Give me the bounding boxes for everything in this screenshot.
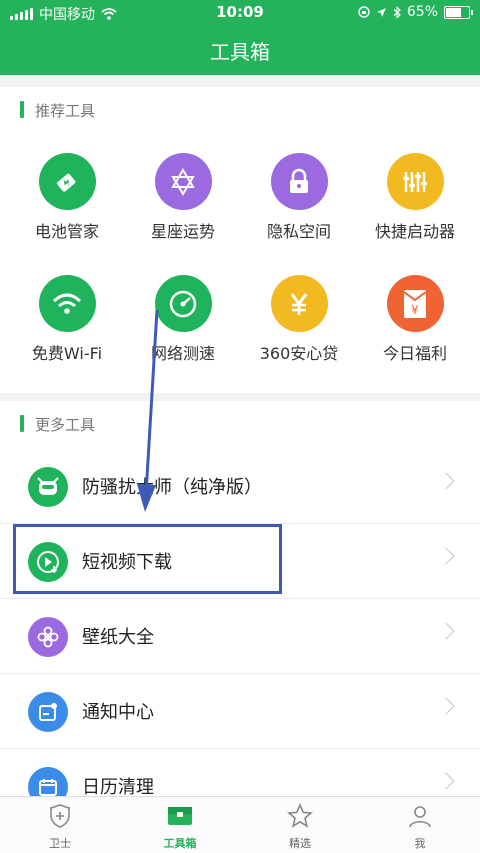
recommended-section: 推荐工具 电池管家 星座运势 隐私空间 快捷启动器 免费Wi-Fi 网络测速 3…: [0, 87, 480, 393]
list-item-anti-harassment[interactable]: 防骚扰大师（纯净版）: [0, 449, 480, 524]
tool-label: 电池管家: [34, 222, 99, 241]
list-item-notification-center[interactable]: 通知中心: [0, 674, 480, 749]
section-title: 更多工具: [35, 416, 96, 434]
header-bar: 中国移动 10:09 65% 工具箱: [0, 0, 480, 75]
tool-label: 360安心贷: [259, 344, 339, 363]
tab-label: 卫士: [49, 837, 71, 850]
tool-360-loan[interactable]: 360安心贷: [239, 275, 359, 364]
tool-label: 免费Wi-Fi: [31, 344, 103, 363]
battery-percent: 65%: [406, 4, 438, 20]
bluetooth-icon: [393, 5, 401, 19]
section-accent-bar: [20, 415, 24, 432]
battery-icon: [38, 153, 96, 210]
battery-status-icon: [444, 5, 473, 19]
chevron-right-icon: [437, 547, 455, 565]
notification-icon: [28, 692, 68, 732]
yen-icon: [270, 275, 328, 332]
tab-featured[interactable]: 精选: [260, 802, 340, 851]
tab-me[interactable]: 我: [380, 803, 460, 851]
more-tools-section: 更多工具 防骚扰大师（纯净版） 短视频下载 壁纸大全 通知中心 日历清理: [0, 401, 480, 823]
shield-icon: [50, 804, 70, 828]
rotation-lock-icon: [358, 6, 370, 18]
tool-free-wifi[interactable]: 免费Wi-Fi: [7, 275, 127, 364]
chevron-right-icon: [437, 622, 455, 640]
flower-icon: [28, 617, 68, 657]
star-of-david-icon: [154, 153, 212, 210]
tab-label: 我: [414, 837, 426, 850]
wifi-icon: [38, 275, 96, 332]
section-accent-bar: [20, 101, 24, 118]
sliders-icon: [386, 153, 444, 210]
red-envelope-icon: ¥: [386, 275, 444, 332]
page-title: 工具箱: [210, 40, 270, 64]
tab-toolbox[interactable]: 工具箱: [140, 803, 220, 851]
tool-label: 网络测速: [150, 344, 215, 363]
status-bar: 中国移动 10:09 65%: [0, 0, 480, 26]
bottom-tab-bar: 卫士 工具箱 精选 我: [0, 796, 480, 853]
list-item-label: 壁纸大全: [82, 627, 154, 648]
robot-face-icon: [28, 467, 68, 507]
tool-horoscope[interactable]: 星座运势: [123, 153, 243, 242]
section-title: 推荐工具: [35, 102, 96, 120]
svg-text:¥: ¥: [411, 303, 419, 317]
tab-guard[interactable]: 卫士: [20, 803, 100, 851]
user-icon: [409, 806, 431, 828]
star-icon: [287, 802, 313, 828]
tool-label: 今日福利: [382, 344, 447, 363]
toolbox-icon: [168, 807, 192, 825]
tool-label: 隐私空间: [266, 222, 331, 241]
highlight-box: [13, 524, 282, 594]
chevron-right-icon: [437, 697, 455, 715]
speedometer-icon: [154, 275, 212, 332]
tool-private-space[interactable]: 隐私空间: [239, 153, 359, 242]
tool-label: 快捷启动器: [374, 222, 455, 241]
tool-speed-test[interactable]: 网络测速: [123, 275, 243, 364]
tool-daily-benefits[interactable]: ¥ 今日福利: [355, 275, 475, 364]
tool-label: 星座运势: [150, 222, 215, 241]
list-item-wallpapers[interactable]: 壁纸大全: [0, 599, 480, 674]
list-item-label: 防骚扰大师（纯净版）: [82, 477, 262, 498]
tab-label: 工具箱: [163, 837, 197, 850]
chevron-right-icon: [437, 772, 455, 790]
location-arrow-icon: [376, 7, 386, 17]
tool-quick-launcher[interactable]: 快捷启动器: [355, 153, 475, 242]
chevron-right-icon: [437, 472, 455, 490]
list-item-label: 通知中心: [82, 702, 154, 723]
tool-battery-manager[interactable]: 电池管家: [7, 153, 127, 242]
tab-label: 精选: [289, 837, 311, 850]
lock-icon: [270, 153, 328, 210]
